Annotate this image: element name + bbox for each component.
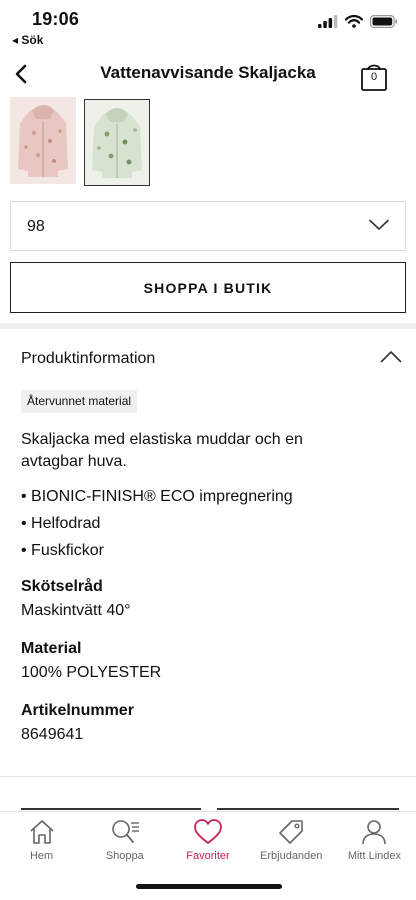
- feature-item: • BIONIC-FINISH® ECO impregnering: [21, 488, 293, 505]
- product-description: Skaljacka med elastiska muddar och en av…: [21, 431, 303, 470]
- home-indicator[interactable]: [136, 884, 282, 889]
- feature-item: • Fuskfickor: [21, 542, 104, 559]
- price-tag-icon: [277, 818, 305, 851]
- tab-my-lindex-label: Mitt Lindex: [347, 850, 402, 862]
- article-number-heading: Artikelnummer: [21, 702, 134, 719]
- size-select-value: 98: [27, 218, 45, 235]
- battery-icon: [370, 15, 398, 33]
- back-to-search-link[interactable]: ◂ Sök: [12, 33, 43, 47]
- cart-button[interactable]: 0: [358, 60, 390, 92]
- home-icon: [28, 818, 56, 851]
- next-section-edge: [217, 808, 399, 810]
- heart-icon: [193, 818, 223, 851]
- shop-in-store-button[interactable]: SHOPPA I BUTIK: [10, 262, 406, 313]
- recycled-material-badge: Återvunnet material: [21, 390, 138, 413]
- tab-offers-label: Erbjudanden: [260, 850, 323, 862]
- cart-count-badge: 0: [370, 71, 378, 83]
- tab-shop[interactable]: Shoppa: [83, 812, 166, 876]
- search-list-icon: [110, 818, 140, 851]
- article-number-value: 8649641: [21, 726, 84, 743]
- thumbnail-pink-jacket[interactable]: [10, 97, 76, 184]
- feature-list: • BIONIC-FINISH® ECO impregnering • Helf…: [21, 486, 293, 567]
- tab-favorites-label: Favoriter: [186, 850, 230, 862]
- status-icons: [318, 15, 398, 33]
- care-heading: Skötselråd: [21, 578, 103, 595]
- thumbnail-green-jacket[interactable]: [84, 99, 150, 186]
- image-thumbnails: [0, 97, 416, 189]
- section-divider: [0, 323, 416, 329]
- material-heading: Material: [21, 640, 82, 657]
- green-floral-jacket-image: [85, 100, 149, 185]
- tab-my-lindex[interactable]: Mitt Lindex: [333, 812, 416, 876]
- product-info-title: Produktinformation: [21, 350, 156, 367]
- cellular-signal-icon: [318, 15, 338, 33]
- tab-shop-label: Shoppa: [105, 850, 144, 862]
- tab-offers[interactable]: Erbjudanden: [250, 812, 333, 876]
- next-section-edge: [21, 808, 201, 810]
- pink-floral-jacket-image: [10, 97, 76, 184]
- bottom-tab-bar: Hem Shoppa Favoriter Erbjudanden Mitt Li…: [0, 811, 416, 876]
- feature-item: • Helfodrad: [21, 515, 101, 532]
- product-info-header[interactable]: Produktinformation: [0, 340, 416, 380]
- chevron-down-icon: [369, 218, 389, 236]
- content-divider: [0, 776, 416, 777]
- status-time: 19:06: [32, 9, 80, 29]
- size-select[interactable]: 98: [10, 201, 406, 251]
- user-icon: [360, 818, 388, 851]
- wifi-icon: [344, 15, 364, 33]
- tab-home[interactable]: Hem: [0, 812, 83, 876]
- tab-home-label: Hem: [29, 850, 54, 862]
- status-bar: 19:06 ◂ Sök: [0, 0, 416, 50]
- material-value: 100% POLYESTER: [21, 664, 162, 681]
- chevron-up-icon: [380, 350, 402, 368]
- nav-bar: Vattenavvisande Skaljacka 0: [0, 55, 416, 97]
- care-value: Maskintvätt 40°: [21, 602, 131, 619]
- page-title: Vattenavvisande Skaljacka: [100, 63, 316, 82]
- tab-favorites[interactable]: Favoriter: [166, 812, 249, 876]
